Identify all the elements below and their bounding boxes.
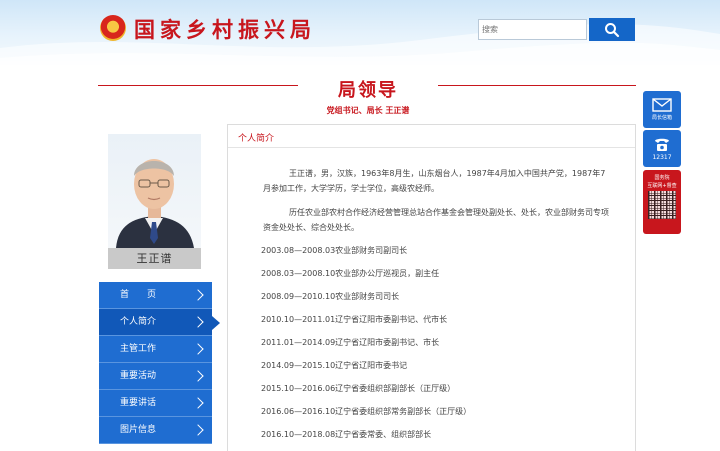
page-subtitle: 党组书记、局长 王正谱 [326, 106, 410, 115]
qr-code-icon [648, 191, 676, 219]
nav-item-label: 首 页 [120, 290, 157, 300]
search-button[interactable] [589, 18, 635, 41]
chevron-right-icon [192, 424, 204, 436]
career-item: 2014.09—2015.10辽宁省辽阳市委书记 [261, 361, 408, 370]
bio-paragraph: 历任农业部农村合作经济经营管理总站合作基金会管理处副处长、处长，农业部财务司专项… [263, 205, 613, 235]
chevron-right-icon [192, 343, 204, 355]
career-item: 2010.10—2011.01辽宁省辽阳市委副书记、代市长 [261, 315, 448, 324]
qr-title: 国务院 [654, 175, 670, 181]
nav-item-speeches[interactable]: 重要讲话 [99, 390, 212, 417]
nav-item-photos[interactable]: 图片信息 [99, 417, 212, 444]
career-item: 2003.08—2008.03农业部财务司副司长 [261, 246, 408, 255]
nav-item-home[interactable]: 首 页 [99, 282, 212, 309]
leader-portrait [108, 134, 201, 248]
content-heading-divider [228, 147, 635, 148]
chevron-right-icon [192, 370, 204, 382]
nav-item-label: 图片信息 [120, 425, 157, 435]
nav-item-responsibilities[interactable]: 主管工作 [99, 336, 212, 363]
supervision-qr-widget[interactable]: 国务院 互联网+督查 [643, 170, 681, 234]
chevron-right-icon [192, 289, 204, 301]
leader-nav: 首 页 个人简介 主管工作 重要活动 重要讲话 图片信息 [99, 282, 220, 444]
nav-item-activities[interactable]: 重要活动 [99, 363, 212, 390]
bio-text: 历任农业部农村合作经济经营管理总站合作基金会管理处副处长、处长，农业部财务司专项… [263, 208, 609, 232]
title-divider-right [438, 85, 636, 86]
nav-item-label: 主管工作 [120, 344, 157, 354]
leader-name: 王正谱 [108, 248, 201, 269]
site-title[interactable]: 国家乡村振兴局 [134, 14, 316, 44]
career-item: 2015.10—2016.06辽宁省委组织部副部长（正厅级） [261, 384, 456, 393]
career-item: 2011.01—2014.09辽宁省辽阳市委副书记、市长 [261, 338, 440, 347]
content-heading: 个人简介 [238, 134, 275, 144]
mailbox-button[interactable]: 局长信箱 [643, 91, 681, 128]
career-item: 2016.06—2016.10辽宁省委组织部常务副部长（正厅级） [261, 407, 472, 416]
search-icon [605, 22, 620, 37]
nav-item-profile[interactable]: 个人简介 [99, 309, 220, 336]
chevron-right-icon [192, 316, 204, 328]
hotline-label: 12317 [652, 154, 672, 161]
career-item: 2016.10—2018.08辽宁省委常委、组织部部长 [261, 430, 432, 439]
site-header: 国家乡村振兴局 [0, 0, 720, 65]
envelope-icon [652, 98, 672, 112]
career-item: 2008.09—2010.10农业部财务司司长 [261, 292, 400, 301]
search-input[interactable] [478, 19, 587, 40]
nav-item-label: 个人简介 [120, 317, 157, 327]
title-divider-left [98, 85, 298, 86]
mailbox-label: 局长信箱 [651, 115, 672, 121]
qr-subtitle: 互联网+督查 [647, 183, 677, 189]
career-item: 2008.03—2008.10农业部办公厅巡视员，副主任 [261, 269, 440, 278]
bio-text: 王正谱，男，汉族，1963年8月生，山东烟台人，1987年4月加入中国共产党，1… [263, 169, 606, 193]
nav-item-label: 重要讲话 [120, 398, 157, 408]
bio-paragraph: 王正谱，男，汉族，1963年8月生，山东烟台人，1987年4月加入中国共产党，1… [263, 166, 613, 196]
chevron-right-icon [192, 397, 204, 409]
telephone-icon [655, 138, 669, 151]
nav-item-label: 重要活动 [120, 371, 157, 381]
hotline-button[interactable]: 12317 [643, 130, 681, 167]
profile-content: 个人简介 王正谱，男，汉族，1963年8月生，山东烟台人，1987年4月加入中国… [227, 124, 636, 451]
national-emblem-icon[interactable] [100, 15, 126, 41]
active-pointer-icon [212, 316, 220, 330]
page-title: 局领导 [338, 80, 398, 101]
